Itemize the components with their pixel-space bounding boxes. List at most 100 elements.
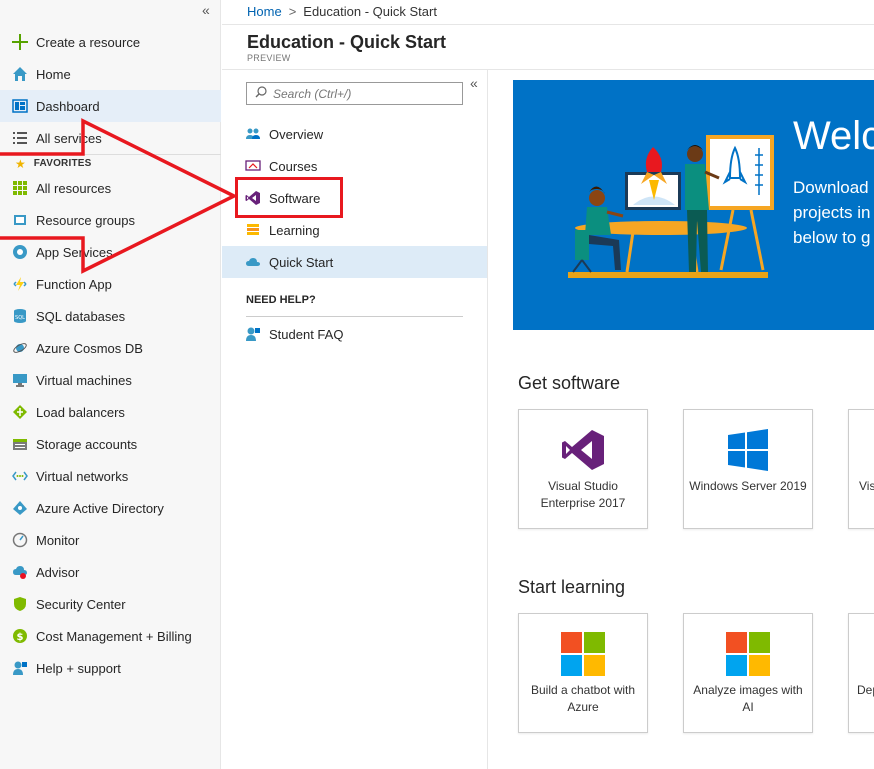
- nav-item-storage-accounts[interactable]: Storage accounts: [0, 428, 221, 460]
- app-services-icon: [11, 243, 29, 261]
- nav-item-virtual-machines[interactable]: Virtual machines: [0, 364, 221, 396]
- nav-item-cost-management[interactable]: $ Cost Management + Billing: [0, 620, 221, 652]
- tile-label: Visual Studio Enterprise 2017: [540, 479, 626, 510]
- nav-item-security-center[interactable]: Security Center: [0, 588, 221, 620]
- nav-item-cosmos-db[interactable]: Azure Cosmos DB: [0, 332, 221, 364]
- search-input[interactable]: [273, 86, 453, 101]
- search-icon: [255, 86, 267, 101]
- cloud-icon: [244, 253, 262, 271]
- breadcrumb-home-link[interactable]: Home: [247, 4, 282, 19]
- nav-item-label: Load balancers: [36, 404, 125, 420]
- nav-item-home[interactable]: Home: [0, 58, 221, 90]
- need-help-heading: NEED HELP?: [246, 294, 316, 306]
- dashboard-icon: [11, 97, 29, 115]
- need-help-divider: [246, 316, 463, 317]
- nav-item-label: All resources: [36, 180, 112, 196]
- welcome-heading: Welc: [793, 114, 874, 158]
- annotation-highlight-box: [235, 177, 343, 218]
- overview-icon: [244, 125, 262, 143]
- menu-search-box[interactable]: [246, 82, 463, 105]
- advisor-icon: [11, 563, 29, 581]
- aad-icon: [11, 499, 29, 517]
- menu-item-overview[interactable]: Overview: [222, 118, 487, 150]
- home-icon: [11, 65, 29, 83]
- breadcrumb: Home > Education - Quick Start: [247, 4, 437, 19]
- breadcrumb-current: Education - Quick Start: [303, 4, 437, 19]
- menu-item-label: Quick Start: [269, 254, 334, 270]
- menu-item-learning[interactable]: Learning: [222, 214, 487, 246]
- help-icon: [11, 659, 29, 677]
- menu-item-label: Student FAQ: [269, 326, 344, 342]
- tile-partial-software[interactable]: Vis: [848, 409, 874, 529]
- courses-icon: [244, 157, 262, 175]
- monitor-icon: [11, 531, 29, 549]
- nav-list: Create a resource Home Dashboard All ser…: [0, 26, 221, 684]
- page-subtitle: PREVIEW: [247, 53, 291, 63]
- shield-icon: [11, 595, 29, 613]
- nav-item-create-resource[interactable]: Create a resource: [0, 26, 221, 58]
- nav-item-label: SQL databases: [36, 308, 126, 324]
- nav-item-label: Home: [36, 66, 71, 82]
- menu-item-label: Learning: [269, 222, 320, 238]
- cosmos-icon: [11, 339, 29, 357]
- favorites-header: ★ FAVORITES: [0, 154, 221, 172]
- tile-build-chatbot[interactable]: Build a chatbot with Azure: [518, 613, 648, 733]
- svg-text:$: $: [17, 632, 24, 643]
- nav-item-advisor[interactable]: Advisor: [0, 556, 221, 588]
- nav-item-label: Virtual networks: [36, 468, 129, 484]
- tile-analyze-images[interactable]: Analyze images with AI: [683, 613, 813, 733]
- collapse-menu-button[interactable]: «: [470, 75, 478, 91]
- menu-item-student-faq[interactable]: Student FAQ: [222, 318, 487, 350]
- nav-item-all-resources[interactable]: All resources: [0, 172, 221, 204]
- header-divider: [222, 24, 874, 25]
- function-app-icon: [11, 275, 29, 293]
- education-illustration: [568, 135, 774, 278]
- nav-item-app-services[interactable]: App Services: [0, 236, 221, 268]
- nav-item-azure-active-directory[interactable]: Azure Active Directory: [0, 492, 221, 524]
- plus-icon: [11, 33, 29, 51]
- nav-item-monitor[interactable]: Monitor: [0, 524, 221, 556]
- nav-item-label: All services: [36, 130, 102, 146]
- nav-item-all-services[interactable]: All services: [0, 122, 221, 154]
- nav-item-label: Virtual machines: [36, 372, 132, 388]
- menu-item-quick-start[interactable]: Quick Start: [222, 246, 487, 278]
- nav-item-sql-databases[interactable]: SQL SQL databases: [0, 300, 221, 332]
- tile-label: Dep: [857, 683, 874, 697]
- start-learning-heading: Start learning: [518, 577, 626, 597]
- tile-visual-studio[interactable]: Visual Studio Enterprise 2017: [518, 409, 648, 529]
- visual-studio-icon: [519, 428, 647, 474]
- nav-item-virtual-networks[interactable]: Virtual networks: [0, 460, 221, 492]
- get-software-heading: Get software: [518, 373, 621, 393]
- collapse-nav-button[interactable]: «: [202, 2, 210, 18]
- nav-item-label: Function App: [36, 276, 112, 292]
- star-icon: ★: [15, 156, 26, 171]
- nav-item-dashboard[interactable]: Dashboard: [0, 90, 221, 122]
- favorites-label: FAVORITES: [33, 158, 92, 169]
- nav-item-label: Resource groups: [36, 212, 135, 228]
- tile-partial-learning[interactable]: Dep: [848, 613, 874, 733]
- welcome-text-line: below to g: [793, 228, 871, 247]
- menu-item-label: Courses: [269, 158, 318, 174]
- tile-windows-server[interactable]: Windows Server 2019: [683, 409, 813, 529]
- faq-icon: [244, 325, 262, 343]
- nav-item-function-app[interactable]: Function App: [0, 268, 221, 300]
- nav-item-label: Advisor: [36, 564, 80, 580]
- nav-item-label: Monitor: [36, 532, 80, 548]
- resource-groups-icon: [11, 211, 29, 229]
- list-icon: [11, 129, 29, 147]
- nav-item-label: Azure Active Directory: [36, 500, 164, 516]
- storage-icon: [11, 435, 29, 453]
- nav-item-help-support[interactable]: Help + support: [0, 652, 221, 684]
- tile-label: Vis: [859, 479, 874, 493]
- menu-item-label: Overview: [269, 126, 324, 142]
- nav-item-label: Security Center: [36, 596, 126, 612]
- vm-icon: [11, 371, 29, 389]
- welcome-text: Download projects in below to g: [793, 175, 871, 250]
- microsoft-logo-icon: [684, 632, 812, 678]
- welcome-text-line: projects in: [793, 203, 871, 222]
- nav-item-load-balancers[interactable]: Load balancers: [0, 396, 221, 428]
- nav-item-resource-groups[interactable]: Resource groups: [0, 204, 221, 236]
- svg-text:SQL: SQL: [15, 315, 25, 321]
- nav-item-label: Azure Cosmos DB: [36, 340, 143, 356]
- sql-icon: SQL: [11, 307, 29, 325]
